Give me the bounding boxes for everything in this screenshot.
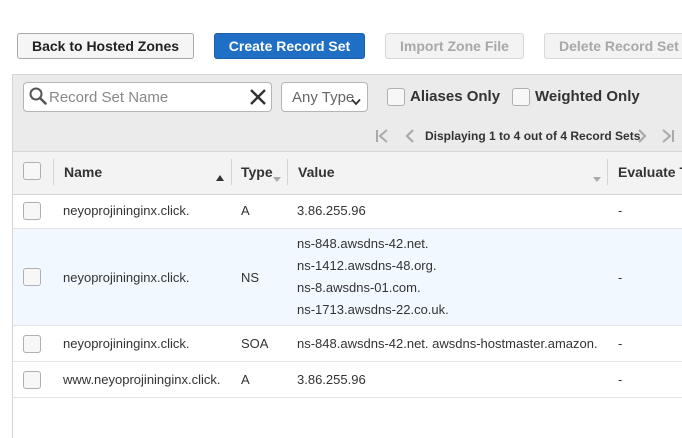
record-value: ns-1412.awsdns-48.org. [297,258,437,273]
back-to-hosted-zones-button[interactable]: Back to Hosted Zones [17,33,194,59]
record-value: 3.86.255.96 [297,203,366,218]
weighted-only-label: Weighted Only [535,88,640,105]
create-record-set-button[interactable]: Create Record Set [214,33,365,59]
record-value: ns-848.awsdns-42.net. [297,236,429,251]
row-checkbox[interactable] [23,371,41,389]
column-divider [607,159,608,185]
column-divider [231,159,232,185]
column-header-value[interactable]: Value [298,164,335,180]
prev-page-icon[interactable] [403,128,417,149]
search-input[interactable] [49,87,239,107]
record-name: www.neyoprojininginx.click. [63,372,221,387]
import-zone-file-button[interactable]: Import Zone File [385,33,524,59]
record-value: ns-848.awsdns-42.net. awsdns-hostmaster.… [297,336,598,351]
weighted-only-checkbox[interactable] [512,88,530,106]
record-type: SOA [241,336,269,351]
clear-icon[interactable] [249,88,267,111]
first-page-icon[interactable] [374,128,390,149]
row-checkbox[interactable] [23,202,41,220]
record-type: A [241,372,250,387]
column-header-name[interactable]: Name [64,164,102,180]
column-divider [287,159,288,185]
row-checkbox[interactable] [23,268,41,286]
pagination-status: Displaying 1 to 4 out of 4 Record Sets [425,129,641,143]
column-header-type[interactable]: Type [241,164,273,180]
record-name: neyoprojininginx.click. [63,270,190,285]
record-value: ns-8.awsdns-01.com. [297,280,421,295]
record-value: ns-1713.awsdns-22.co.uk. [297,302,449,317]
last-page-icon[interactable] [660,128,676,149]
column-divider [53,159,54,185]
row-checkbox[interactable] [23,335,41,353]
record-type: A [241,203,250,218]
sort-desc-icon[interactable] [273,169,281,187]
record-evaluate: - [618,372,623,387]
chevron-down-icon [351,93,361,110]
column-header-evaluate[interactable]: Evaluate T [618,164,682,180]
sort-asc-icon[interactable] [216,168,224,186]
aliases-only-label: Aliases Only [410,88,501,105]
delete-record-set-button[interactable]: Delete Record Set [544,33,682,59]
record-evaluate: - [618,336,623,351]
search-icon [29,87,47,110]
record-name: neyoprojininginx.click. [63,336,190,351]
select-all-checkbox[interactable] [23,162,41,180]
record-value: 3.86.255.96 [297,372,366,387]
table-header [12,151,682,195]
search-box[interactable] [23,82,272,112]
aliases-only-checkbox[interactable] [387,88,405,106]
record-type: NS [241,270,260,285]
type-select[interactable]: Any Type [281,82,368,112]
sort-desc-icon[interactable] [593,169,601,187]
record-name: neyoprojininginx.click. [63,203,190,218]
table-left-border [12,397,13,438]
type-select-value: Any Type [292,88,355,106]
next-page-icon[interactable] [635,128,649,149]
record-evaluate: - [618,203,623,218]
record-evaluate: - [618,270,623,285]
